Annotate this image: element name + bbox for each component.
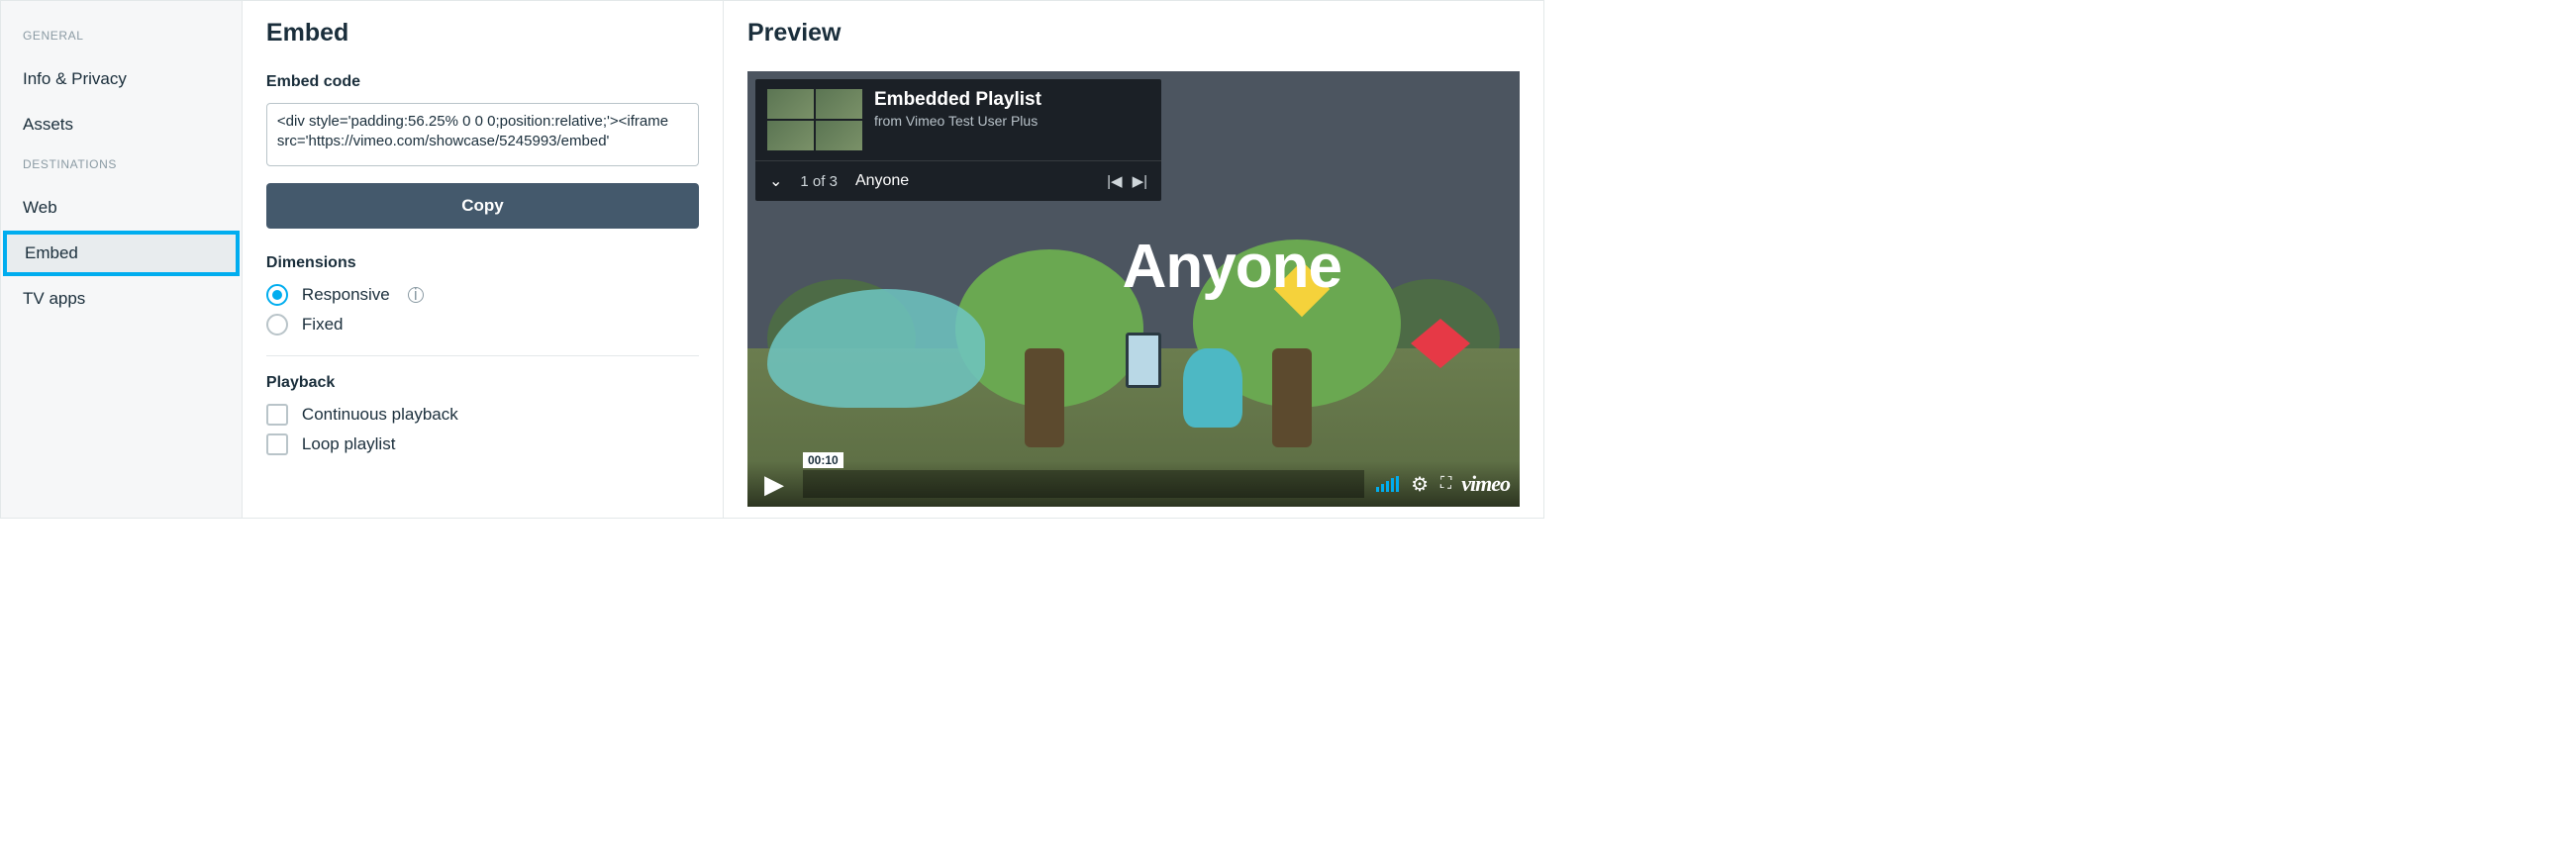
player-controls: ▶ 00:10 ⚙ ⛶ vimeo bbox=[747, 461, 1520, 507]
radio-fixed[interactable]: Fixed bbox=[266, 314, 699, 336]
sidebar: GENERAL Info & Privacy Assets DESTINATIO… bbox=[1, 1, 243, 518]
embed-code-label: Embed code bbox=[266, 73, 699, 91]
video-title-overlay: Anyone bbox=[1123, 232, 1341, 302]
vimeo-logo[interactable]: vimeo bbox=[1461, 471, 1510, 497]
volume-icon[interactable] bbox=[1376, 476, 1399, 492]
video-player[interactable]: Anyone Embedded Playlist from Vimeo Test… bbox=[747, 71, 1520, 507]
preview-panel: Preview Anyone Embedded Pla bbox=[724, 1, 1543, 518]
progress-bar[interactable]: 00:10 bbox=[803, 470, 1364, 498]
checkbox-loop[interactable]: Loop playlist bbox=[266, 433, 699, 455]
sidebar-item-tv-apps[interactable]: TV apps bbox=[1, 276, 242, 322]
copy-button[interactable]: Copy bbox=[266, 183, 699, 229]
sidebar-item-embed[interactable]: Embed bbox=[3, 231, 240, 276]
time-badge: 00:10 bbox=[803, 452, 843, 468]
radio-responsive[interactable]: Responsive i bbox=[266, 284, 699, 306]
playback-label: Playback bbox=[266, 374, 699, 392]
checkbox-continuous-label: Continuous playback bbox=[302, 405, 458, 425]
page-title: Embed bbox=[266, 19, 699, 48]
playlist-header: Embedded Playlist from Vimeo Test User P… bbox=[755, 79, 1161, 201]
radio-icon-empty bbox=[266, 314, 288, 336]
playlist-title: Embedded Playlist bbox=[874, 89, 1041, 111]
play-icon[interactable]: ▶ bbox=[757, 469, 791, 500]
sidebar-item-assets[interactable]: Assets bbox=[1, 102, 242, 147]
embed-code-input[interactable] bbox=[266, 103, 699, 166]
radio-responsive-label: Responsive bbox=[302, 285, 390, 305]
settings-panel: Embed Embed code Copy Dimensions Respons… bbox=[243, 1, 724, 518]
next-track-icon[interactable]: ▶| bbox=[1133, 172, 1147, 190]
radio-fixed-label: Fixed bbox=[302, 315, 344, 335]
playlist-position: 1 of 3 bbox=[800, 173, 838, 190]
checkbox-continuous[interactable]: Continuous playback bbox=[266, 404, 699, 426]
fullscreen-icon[interactable]: ⛶ bbox=[1440, 475, 1449, 493]
checkbox-loop-label: Loop playlist bbox=[302, 434, 396, 454]
checkbox-icon bbox=[266, 404, 288, 426]
radio-icon-selected bbox=[266, 284, 288, 306]
sidebar-heading-destinations: DESTINATIONS bbox=[1, 147, 242, 185]
playlist-subtitle: from Vimeo Test User Plus bbox=[874, 113, 1041, 129]
prev-track-icon[interactable]: |◀ bbox=[1107, 172, 1122, 190]
sidebar-item-info-privacy[interactable]: Info & Privacy bbox=[1, 56, 242, 102]
sidebar-item-web[interactable]: Web bbox=[1, 185, 242, 231]
divider bbox=[266, 355, 699, 356]
playlist-current-track: Anyone bbox=[855, 172, 1089, 190]
playlist-thumbnails bbox=[767, 89, 862, 150]
dimensions-label: Dimensions bbox=[266, 254, 699, 272]
gear-icon[interactable]: ⚙ bbox=[1411, 472, 1429, 497]
preview-title: Preview bbox=[747, 19, 1520, 48]
sidebar-heading-general: GENERAL bbox=[1, 19, 242, 56]
checkbox-icon bbox=[266, 433, 288, 455]
info-icon[interactable]: i bbox=[408, 287, 424, 303]
chevron-down-icon[interactable]: ⌄ bbox=[769, 171, 782, 191]
